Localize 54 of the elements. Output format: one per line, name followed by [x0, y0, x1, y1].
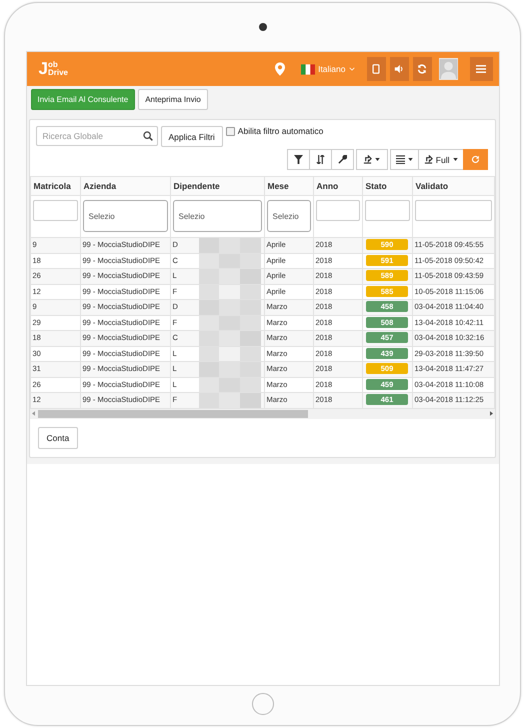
column-header[interactable]: Matricola	[30, 176, 80, 196]
scroll-thumb[interactable]	[38, 410, 308, 418]
scroll-right-icon	[490, 411, 492, 416]
columns-dropdown-button[interactable]	[390, 149, 419, 170]
caret-icon	[375, 158, 380, 161]
export-icon	[363, 155, 372, 164]
filter-input[interactable]	[32, 200, 78, 221]
speaker-icon	[394, 64, 404, 74]
tablet-button[interactable]	[366, 57, 386, 81]
full-export-button[interactable]: Full	[418, 149, 464, 170]
sort-icon	[316, 155, 325, 164]
horizontal-scrollbar[interactable]	[30, 408, 494, 418]
tablet-icon	[371, 64, 381, 74]
filter-select[interactable]: Selezio	[172, 200, 262, 232]
column-header[interactable]: Mese	[264, 176, 313, 196]
filter-input[interactable]	[316, 200, 360, 221]
menu-icon	[476, 64, 486, 74]
column-header[interactable]: Stato	[362, 176, 412, 196]
camera-dot	[258, 23, 266, 31]
filter-select[interactable]: Selezio	[266, 200, 310, 232]
reload-button[interactable]	[462, 149, 488, 170]
preview-button[interactable]: Anteprima Invio	[138, 89, 208, 110]
export-icon	[424, 155, 433, 164]
volume-button[interactable]	[390, 57, 408, 81]
scroll-left-icon	[32, 411, 34, 416]
avatar-icon[interactable]	[438, 58, 458, 80]
chevron-down-icon	[348, 67, 354, 71]
flag-icon	[301, 64, 316, 74]
search-field[interactable]: Ricerca Globale	[36, 126, 158, 146]
filter-button[interactable]	[286, 149, 310, 170]
refresh-icon	[470, 155, 480, 164]
caret-icon	[408, 158, 413, 161]
sort-button[interactable]	[308, 149, 332, 170]
filter-icon	[294, 155, 303, 164]
location-pin-icon[interactable]	[275, 62, 286, 76]
count-button[interactable]: Conta	[38, 426, 78, 448]
export-dropdown-button[interactable]	[356, 149, 388, 170]
filter-input[interactable]	[414, 200, 492, 221]
column-header[interactable]: Validato	[412, 176, 494, 196]
checkbox-label: Abilita filtro automatico	[238, 126, 324, 136]
refresh-button[interactable]	[412, 57, 432, 81]
refresh-icon	[417, 64, 427, 74]
column-header[interactable]: Azienda	[80, 176, 170, 196]
menu-button[interactable]	[470, 57, 492, 81]
column-header[interactable]: Anno	[313, 176, 362, 196]
filter-select[interactable]: Selezio	[82, 200, 168, 232]
list-icon	[396, 155, 405, 164]
filter-input[interactable]	[364, 200, 410, 221]
home-button[interactable]	[252, 693, 274, 715]
checkbox[interactable]	[226, 126, 235, 136]
apply-filters-button[interactable]: Applica Filtri	[160, 126, 223, 147]
column-header[interactable]: Dipendente	[170, 176, 264, 196]
caret-icon	[452, 158, 458, 161]
search-icon	[142, 131, 152, 141]
